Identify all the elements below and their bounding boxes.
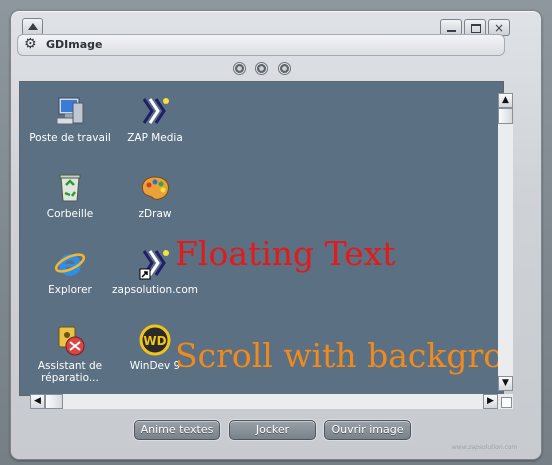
scroll-corner <box>498 394 513 409</box>
scroll-right-button[interactable]: ▶ <box>483 394 498 409</box>
vertical-scroll-thumb[interactable] <box>498 108 513 124</box>
watermark: www.zapsolution.com <box>452 444 518 451</box>
recycle-bin-icon <box>53 171 87 205</box>
scrolling-text: Scroll with backgro <box>175 336 504 375</box>
open-image-button[interactable]: Ouvrir image <box>324 420 411 440</box>
indicator-dot[interactable] <box>255 62 268 75</box>
app-title-bar: ⚙ GDImage <box>17 34 505 56</box>
svg-text:WD: WD <box>143 334 166 348</box>
horizontal-scroll-thumb[interactable] <box>45 394 63 409</box>
desktop-icon-label: zapsolution.com <box>112 284 198 296</box>
internet-explorer-icon <box>53 247 87 281</box>
zap-media-icon <box>138 95 172 129</box>
zap-shortcut-icon <box>138 247 172 281</box>
floating-text: Floating Text <box>175 234 396 273</box>
palette-icon <box>138 171 172 205</box>
desktop-icon-label: zDraw <box>138 208 172 220</box>
scroll-down-button[interactable]: ▼ <box>498 376 513 391</box>
indicator-dots <box>233 62 293 76</box>
indicator-dot[interactable] <box>233 62 246 75</box>
app-title: GDImage <box>46 38 103 51</box>
desktop-icon-zap-media[interactable]: ZAP Media <box>105 95 205 144</box>
animate-texts-button[interactable]: Anime textes <box>134 420 220 440</box>
scroll-left-button[interactable]: ◀ <box>30 394 45 409</box>
gear-icon: ⚙ <box>24 36 37 52</box>
repair-assistant-icon <box>53 323 87 357</box>
scroll-up-button[interactable]: ▲ <box>498 93 513 108</box>
maximize-icon <box>471 24 481 33</box>
computer-icon <box>53 95 87 129</box>
vertical-scrollbar[interactable]: ▲ ▼ <box>498 93 513 391</box>
minimize-icon <box>447 30 456 32</box>
joker-button[interactable]: Jocker <box>229 420 316 440</box>
desktop-icon-zdraw[interactable]: zDraw <box>105 171 205 220</box>
desktop-icon-label: ZAP Media <box>127 132 183 144</box>
windev-icon: WD <box>138 323 172 357</box>
resize-box <box>501 397 512 408</box>
horizontal-scrollbar[interactable]: ◀ ▶ <box>30 394 498 409</box>
image-viewport[interactable]: Poste de travail Corbeille Explorer Assi… <box>19 81 504 396</box>
up-triangle-icon <box>28 23 38 30</box>
indicator-dot[interactable] <box>278 62 291 75</box>
